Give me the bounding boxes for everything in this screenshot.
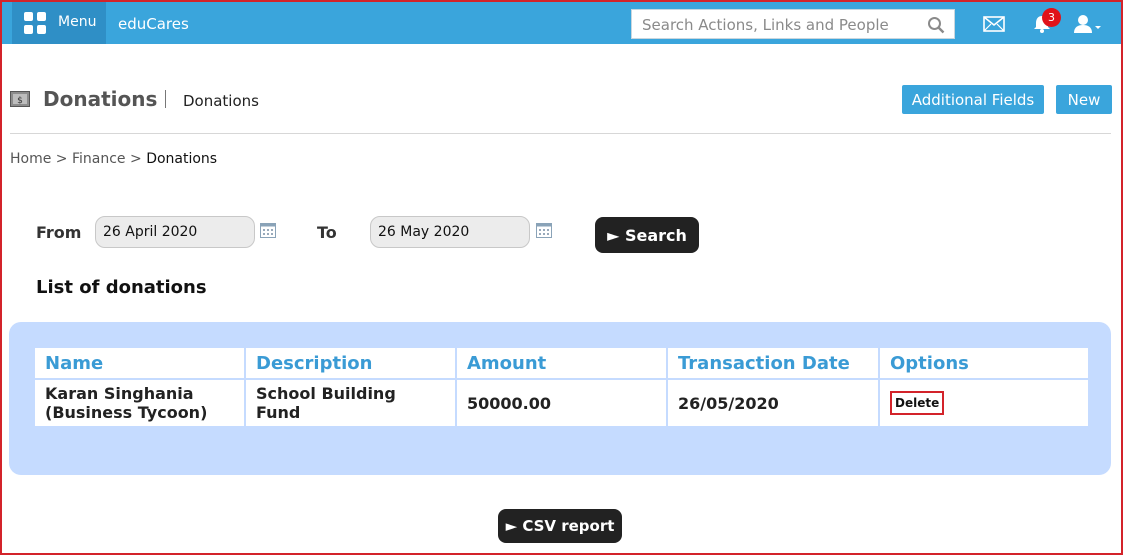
csv-report-button[interactable]: ► CSV report	[498, 509, 622, 543]
user-icon[interactable]	[1073, 14, 1103, 34]
donations-table: Name Description Amount Transaction Date…	[33, 346, 1090, 428]
page-subtitle: Donations	[183, 92, 259, 110]
title-divider	[165, 90, 166, 108]
menu-label: Menu	[58, 14, 97, 30]
breadcrumb-home[interactable]: Home	[10, 151, 51, 167]
additional-fields-button[interactable]: Additional Fields	[902, 85, 1044, 114]
table-header-row: Name Description Amount Transaction Date…	[33, 346, 1090, 380]
cell-options: Delete	[878, 378, 1090, 428]
column-header-description: Description	[244, 346, 457, 380]
column-header-name: Name	[33, 346, 246, 380]
table-row: Karan Singhania (Business Tycoon) School…	[33, 378, 1090, 428]
cell-description: School Building Fund	[244, 378, 457, 428]
grid-menu-icon	[24, 12, 46, 34]
new-button[interactable]: New	[1056, 85, 1112, 114]
global-search	[631, 9, 955, 39]
top-bar: Menu eduCares 3	[2, 2, 1121, 44]
search-button[interactable]: ► Search	[595, 217, 699, 253]
brand-name[interactable]: eduCares	[118, 15, 189, 33]
svg-text:$: $	[17, 96, 23, 106]
breadcrumb-separator: >	[130, 151, 142, 167]
donor-name: Karan Singhania	[45, 384, 194, 403]
header-divider	[10, 133, 1111, 134]
breadcrumb-finance[interactable]: Finance	[72, 151, 126, 167]
delete-button[interactable]: Delete	[890, 391, 945, 415]
column-header-options: Options	[878, 346, 1090, 380]
to-label: To	[317, 223, 337, 242]
breadcrumb-separator: >	[55, 151, 68, 167]
calendar-icon[interactable]	[536, 222, 552, 238]
list-title: List of donations	[36, 277, 207, 298]
column-header-transaction-date: Transaction Date	[666, 346, 880, 380]
mail-icon[interactable]	[983, 16, 1005, 32]
from-label: From	[36, 223, 82, 242]
calendar-icon[interactable]	[260, 222, 276, 238]
breadcrumb-current: Donations	[146, 151, 218, 167]
cell-amount: 50000.00	[455, 378, 668, 428]
column-header-amount: Amount	[455, 346, 668, 380]
menu-button[interactable]: Menu	[12, 2, 106, 44]
cell-transaction-date: 26/05/2020	[666, 378, 880, 428]
notification-badge: 3	[1042, 8, 1061, 27]
breadcrumb: Home > Finance > Donations	[10, 151, 217, 167]
from-date-input[interactable]	[95, 216, 255, 248]
to-date-input[interactable]	[370, 216, 530, 248]
cell-name: Karan Singhania (Business Tycoon)	[33, 378, 246, 428]
donation-money-icon: $	[10, 91, 30, 107]
donor-title: (Business Tycoon)	[45, 403, 208, 422]
page-title: Donations	[43, 87, 158, 111]
search-icon[interactable]	[927, 16, 945, 34]
search-input[interactable]	[640, 14, 924, 36]
